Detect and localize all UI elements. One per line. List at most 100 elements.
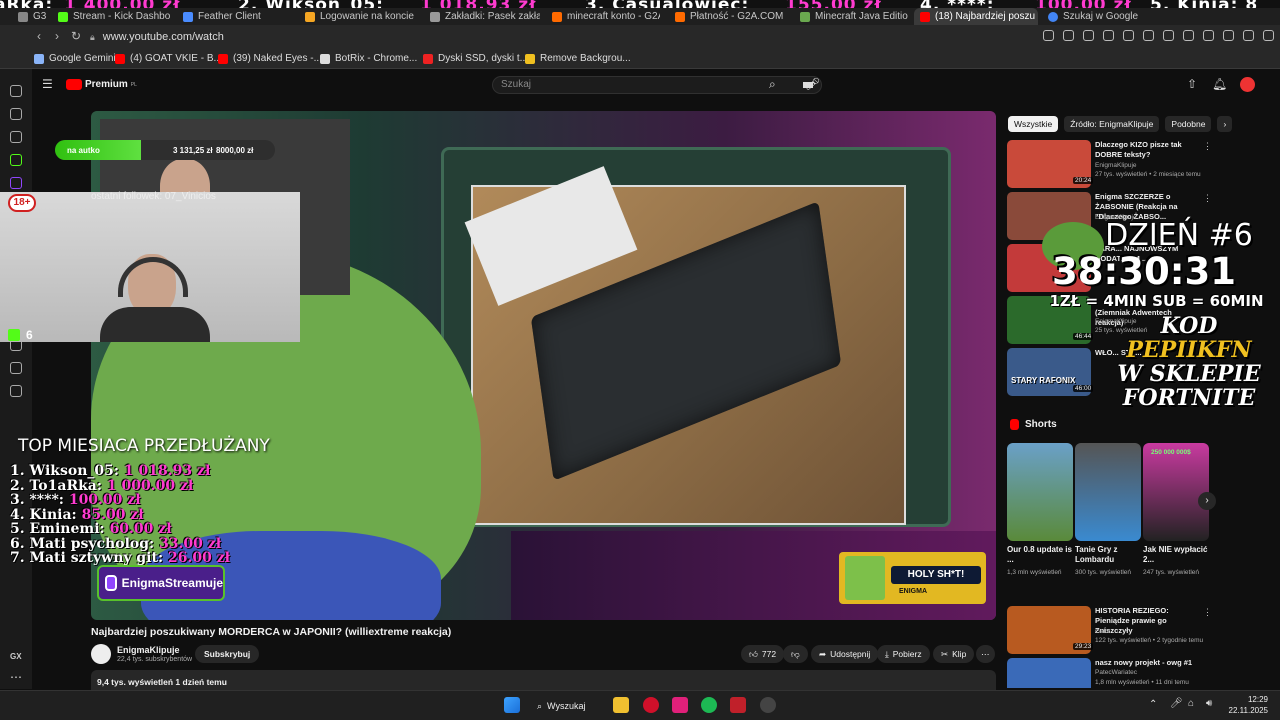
youtube-logo[interactable]: Premium PL [66, 79, 137, 90]
extension-icon[interactable] [1183, 30, 1194, 41]
shield-icon[interactable] [1103, 30, 1114, 41]
bookmark-icon[interactable] [1063, 30, 1074, 41]
bookmark[interactable]: BotRix - Chrome... [320, 53, 417, 64]
short-overlay-text: 250 000 000$ [1151, 449, 1191, 456]
subscribe-button[interactable]: Subskrybuj [195, 645, 260, 663]
recommended-video[interactable]: 29:23 HISTORIA REZIEGO: Pieniądze prawie… [1007, 606, 1212, 654]
short-item[interactable]: 250 000 000$ Jak NIE wypłacić 2... 247 t… [1143, 443, 1209, 577]
upload-icon[interactable]: ⇧ [1187, 77, 1197, 91]
camera-icon[interactable] [1083, 30, 1094, 41]
twitch-icon[interactable] [10, 177, 22, 189]
mic-icon[interactable]: 🎤︎ [805, 77, 820, 91]
extension-icon[interactable] [1223, 30, 1234, 41]
taskbar-search[interactable]: ⌕ Wyszukaj [537, 697, 585, 715]
chip-all[interactable]: Wszystkie [1008, 116, 1059, 132]
app-icon[interactable] [672, 697, 688, 713]
settings-icon[interactable] [10, 385, 22, 397]
recommended-video[interactable]: nasz nowy projekt - owg #1 PatecWariatec… [1007, 658, 1207, 688]
mic-icon[interactable]: 🎤︎ [1170, 698, 1183, 709]
menu-icon[interactable] [1263, 30, 1274, 41]
extension-icon[interactable] [1203, 30, 1214, 41]
channel-avatar[interactable] [91, 644, 111, 664]
cube-icon[interactable] [10, 362, 22, 374]
opera-gx-icon[interactable] [643, 697, 659, 713]
shorts-next-button[interactable]: › [1198, 492, 1216, 510]
short-item[interactable]: Tanie Gry z Lombardu 300 tys. wyświetleń [1075, 443, 1141, 577]
more-icon[interactable]: ⋯ [10, 670, 22, 684]
file-explorer-icon[interactable] [613, 697, 629, 713]
alert-subtext: ENIGMA [899, 588, 927, 595]
chip-similar[interactable]: Podobne [1165, 116, 1212, 132]
tab[interactable]: Logowanie na koncie [305, 8, 415, 25]
video-channel: PatecWariatec [1095, 669, 1138, 676]
like-button[interactable]: 👍︎ 772 [741, 645, 785, 663]
back-icon[interactable]: ‹ [37, 29, 41, 43]
alert-text: HOLY SH*T! [891, 566, 981, 584]
botrix-icon [320, 53, 330, 64]
network-icon[interactable]: ⌂ [1188, 698, 1194, 709]
chevron-up-icon[interactable]: ⌃ [1149, 699, 1157, 710]
volume-icon[interactable]: 🔊︎ [1206, 698, 1212, 709]
system-clock[interactable]: 12:29 22.11.2025 [1229, 694, 1268, 716]
notifications-icon[interactable]: 🔔︎ [1212, 77, 1227, 91]
tab[interactable]: Stream - Kick Dashboar [58, 8, 170, 25]
ticker-text: 1 018.93 zł [420, 0, 536, 8]
hamburger-menu-icon[interactable]: ☰ [42, 77, 53, 91]
kick-icon[interactable] [10, 154, 22, 166]
tab[interactable]: G3 [18, 8, 48, 25]
tab-active[interactable]: (18) Najbardziej poszu [914, 8, 1038, 25]
bookmark[interactable]: Google Gemini [34, 53, 116, 64]
spotify-icon[interactable] [701, 697, 717, 713]
sidebar-icon[interactable] [10, 85, 22, 97]
more-icon[interactable]: ⋮ [1203, 193, 1212, 204]
app-icon[interactable] [730, 697, 746, 713]
tab-label: (18) Najbardziej poszu [935, 11, 1036, 22]
chevron-right-icon[interactable]: › [1217, 116, 1233, 132]
channel-name[interactable]: EnigmaKlipuje [117, 645, 180, 655]
search-icon[interactable]: ⌕ [769, 77, 776, 92]
browser-tab-strip: G3 Stream - Kick Dashboar Feather Client… [0, 8, 1280, 25]
tab[interactable]: Płatność - G2A.COM [675, 8, 785, 25]
bookmark[interactable]: (4) GOAT VKIE - B... [115, 53, 222, 64]
zoom-icon[interactable] [1043, 30, 1054, 41]
share-button[interactable]: ➦ Udostępnij [811, 645, 879, 663]
tab[interactable]: Feather Client [183, 8, 283, 25]
download-button[interactable]: ⤓ Pobierz [877, 645, 930, 663]
more-icon[interactable]: ⋮ [1203, 659, 1207, 670]
recommended-video[interactable]: 20:24 Dlaczego KIZO pisze tak DOBRE teks… [1007, 140, 1212, 188]
g2a-icon [675, 11, 685, 22]
extension-icon[interactable] [1163, 30, 1174, 41]
subscriber-count: 22,4 tys. subskrybentów [117, 656, 193, 663]
tab[interactable]: Zakładki: Pasek zakładek [430, 8, 540, 25]
more-icon[interactable]: ⋮ [1203, 141, 1212, 152]
play-icon[interactable] [1123, 30, 1134, 41]
download-icon[interactable] [1243, 30, 1254, 41]
more-icon: ⋯ [981, 649, 990, 659]
reload-icon[interactable]: ↻ [71, 29, 81, 43]
avatar[interactable] [1240, 77, 1255, 92]
twitch-icon [105, 575, 117, 591]
clip-button[interactable]: ✂ Klip [933, 645, 975, 663]
forward-icon[interactable]: › [55, 29, 59, 43]
more-actions-button[interactable]: ⋯ [976, 645, 995, 663]
heart-icon[interactable] [1143, 30, 1154, 41]
obs-icon[interactable] [760, 697, 776, 713]
share-label: Udostępnij [830, 649, 871, 659]
sidebar-icon[interactable] [10, 108, 22, 120]
bookmark[interactable]: Remove Backgrou... [525, 53, 631, 64]
dislike-button[interactable]: 👎︎ [783, 645, 808, 663]
logo-text: Premium [85, 79, 128, 90]
chip-source[interactable]: Źródło: EnigmaKlipuje [1064, 116, 1160, 132]
short-item[interactable]: Our 0.8 update is ... 1,3 mln wyświetleń [1007, 443, 1073, 577]
short-views: 300 tys. wyświetleń [1075, 569, 1131, 576]
more-icon[interactable]: ⋮ [1203, 607, 1212, 618]
tab[interactable]: minecraft konto - G2A.C [552, 8, 660, 25]
address-field[interactable]: 🔒︎ www.youtube.com/watch [90, 28, 1040, 46]
donation-goal-current: 3 131,25 zł [173, 146, 213, 155]
tab[interactable]: Szukaj w Google [1048, 8, 1156, 25]
sidebar-icon[interactable] [10, 131, 22, 143]
windows-start-icon[interactable] [504, 697, 520, 713]
bookmark[interactable]: Dyski SSD, dyski t... [423, 53, 528, 64]
bookmark[interactable]: (39) Naked Eyes -... [218, 53, 322, 64]
tab[interactable]: Minecraft Java Edition - [800, 8, 908, 25]
